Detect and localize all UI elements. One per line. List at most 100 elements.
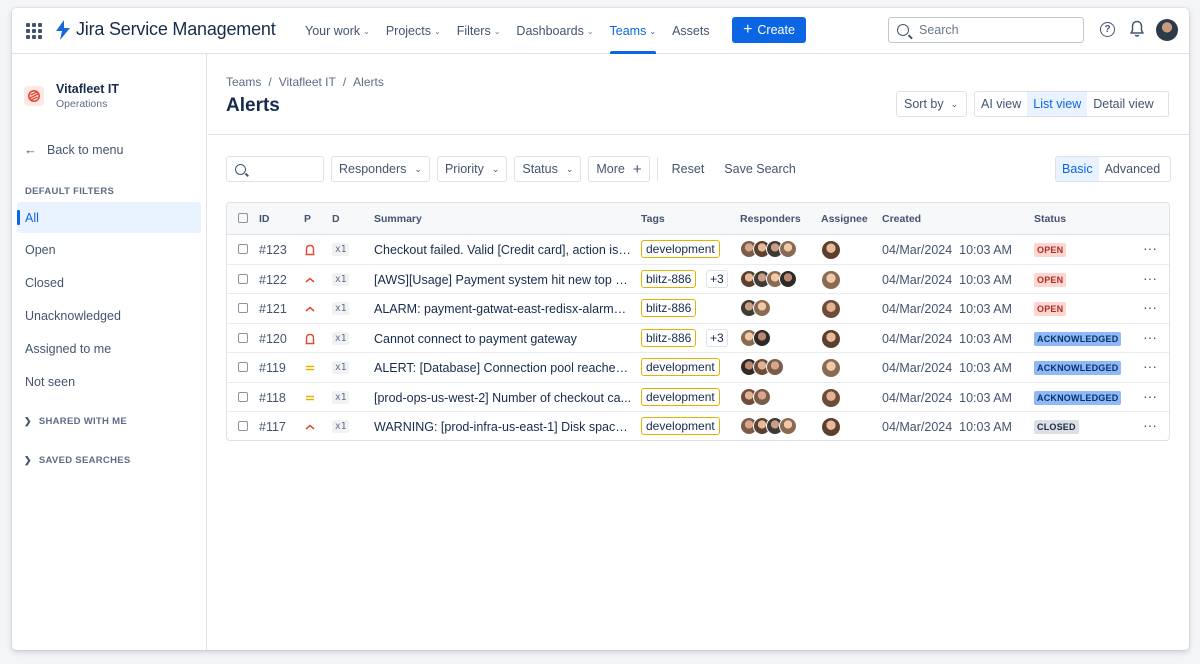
app-switcher-icon[interactable] (26, 23, 42, 39)
column-id[interactable]: ID (259, 213, 270, 225)
table-row[interactable]: #119 x1 ALERT: [Database] Connection pool … (227, 353, 1169, 383)
column-tags[interactable]: Tags (641, 213, 665, 225)
alert-id[interactable]: #118 (259, 391, 286, 405)
advanced-mode-button[interactable]: Advanced (1099, 157, 1167, 181)
alert-summary[interactable]: Cannot connect to payment gateway (374, 332, 632, 346)
assignee-avatar[interactable] (822, 241, 840, 259)
filter-search-input[interactable] (226, 156, 324, 182)
alert-id[interactable]: #122 (259, 273, 287, 287)
sidebar-item-open[interactable]: Open (17, 235, 201, 266)
tag-chip[interactable]: blitz-886 (641, 328, 697, 347)
more-actions-icon[interactable]: ··· (1143, 330, 1157, 344)
responders-avatars[interactable] (740, 240, 797, 258)
alert-summary[interactable]: ALERT: [Database] Connection pool reache… (374, 361, 632, 375)
sidebar-item-unacknowledged[interactable]: Unacknowledged (17, 300, 201, 331)
responders-filter[interactable]: Responders ⌄ (331, 156, 430, 182)
column-created[interactable]: Created (882, 213, 921, 225)
global-search-input[interactable]: Search (888, 17, 1084, 43)
tag-chip[interactable]: blitz-886 (641, 269, 697, 288)
table-row[interactable]: #121 x1 ALARM: payment-gatwat-east-redisx-… (227, 294, 1169, 324)
assignee-avatar[interactable] (822, 300, 840, 318)
detail-view-button[interactable]: Detail view (1087, 92, 1159, 116)
row-checkbox[interactable] (238, 421, 248, 431)
alert-id[interactable]: #123 (259, 243, 287, 257)
row-checkbox[interactable] (238, 244, 248, 254)
alert-id[interactable]: #120 (259, 332, 287, 346)
select-all-checkbox[interactable] (238, 213, 248, 223)
column-summary[interactable]: Summary (374, 213, 422, 225)
table-row[interactable]: #118 x1 [prod-ops-us-west-2] Number of che… (227, 383, 1169, 412)
table-row[interactable]: #122 x1 [AWS][Usage] Payment system hit ne… (227, 265, 1169, 294)
assignee-avatar[interactable] (822, 270, 840, 289)
more-actions-icon[interactable]: ··· (1143, 300, 1157, 314)
create-button[interactable]: + Create (732, 17, 806, 43)
more-actions-icon[interactable]: ··· (1143, 271, 1157, 285)
save-search-button[interactable]: Save Search (717, 162, 803, 176)
breadcrumb-teams[interactable]: Teams (226, 75, 261, 89)
responders-avatars[interactable] (740, 387, 771, 406)
row-checkbox[interactable] (238, 391, 248, 402)
saved-searches-section[interactable]: ❯ SAVED SEARCHES (24, 455, 131, 466)
table-row[interactable]: #117 x1 WARNING: [prod-infra-us-east-1] Di… (227, 412, 1169, 440)
sidebar-item-all[interactable]: All (17, 202, 201, 233)
ai-view-button[interactable]: AI view (975, 92, 1027, 116)
row-checkbox[interactable] (238, 332, 248, 343)
more-actions-icon[interactable]: ··· (1143, 389, 1157, 403)
responders-avatars[interactable] (740, 299, 771, 317)
shared-with-me-section[interactable]: ❯ SHARED WITH ME (24, 416, 127, 427)
tag-chip[interactable]: development (641, 358, 720, 376)
basic-mode-button[interactable]: Basic (1056, 157, 1099, 181)
table-row[interactable]: #120 x1 Cannot connect to payment gateway b… (227, 324, 1169, 353)
alert-id[interactable]: #117 (259, 420, 286, 434)
alert-summary[interactable]: WARNING: [prod-infra-us-east-1] Disk spa… (374, 420, 632, 434)
assignee-avatar[interactable] (822, 418, 840, 436)
more-actions-icon[interactable]: ··· (1143, 418, 1157, 432)
priority-filter[interactable]: Priority ⌄ (436, 156, 508, 182)
alert-summary[interactable]: [prod-ops-us-west-2] Number of checkout … (374, 391, 632, 405)
sidebar-item-assigned-to-me[interactable]: Assigned to me (17, 333, 201, 364)
responders-avatars[interactable] (740, 328, 771, 347)
assignee-avatar[interactable] (822, 329, 840, 348)
list-view-button[interactable]: List view (1027, 92, 1088, 116)
tag-chip[interactable]: development (641, 387, 720, 406)
back-to-menu-link[interactable]: ← Back to menu (24, 142, 123, 157)
tag-chip[interactable]: development (641, 240, 720, 258)
alert-summary[interactable]: ALARM: payment-gatwat-east-redisx-alarms… (374, 302, 632, 316)
responders-avatars[interactable] (740, 269, 797, 288)
product-logo[interactable]: Jira Service Management (54, 19, 276, 40)
column-status[interactable]: Status (1034, 213, 1066, 225)
sidebar-item-closed[interactable]: Closed (17, 268, 201, 299)
row-checkbox[interactable] (238, 273, 248, 284)
tag-chip[interactable]: development (641, 417, 720, 435)
more-filters-button[interactable]: More + (588, 156, 650, 182)
nav-item-filters[interactable]: Filters ⌄ (449, 8, 509, 54)
nav-item-your-work[interactable]: Your work ⌄ (297, 8, 378, 54)
nav-item-assets[interactable]: Assets (664, 8, 718, 54)
help-icon[interactable]: ? (1100, 22, 1115, 37)
nav-item-teams[interactable]: Teams ⌄ (602, 8, 665, 54)
responders-avatars[interactable] (740, 417, 797, 435)
reset-button[interactable]: Reset (665, 162, 712, 176)
column-priority[interactable]: P (304, 213, 311, 225)
more-actions-icon[interactable]: ··· (1143, 359, 1157, 373)
tag-chip[interactable]: blitz-886 (641, 299, 697, 317)
sort-by-dropdown[interactable]: Sort by ⌄ (896, 91, 967, 117)
responders-avatars[interactable] (740, 358, 784, 376)
row-checkbox[interactable] (238, 303, 248, 313)
alert-summary[interactable]: [AWS][Usage] Payment system hit new top … (374, 273, 632, 287)
notifications-bell-icon[interactable] (1129, 20, 1145, 38)
more-tags-count[interactable]: +3 (706, 328, 728, 347)
breadcrumb-alerts[interactable]: Alerts (353, 75, 384, 89)
nav-item-projects[interactable]: Projects ⌄ (378, 8, 449, 54)
status-filter[interactable]: Status ⌄ (514, 156, 582, 182)
more-tags-count[interactable]: +3 (706, 269, 728, 288)
assignee-avatar[interactable] (822, 359, 840, 377)
column-responders[interactable]: Responders (740, 213, 801, 225)
user-avatar[interactable] (1156, 19, 1178, 41)
column-duplicates[interactable]: D (332, 213, 340, 225)
sidebar-item-not-seen[interactable]: Not seen (17, 366, 201, 397)
breadcrumb-project[interactable]: Vitafleet IT (279, 75, 336, 89)
assignee-avatar[interactable] (822, 388, 840, 407)
more-actions-icon[interactable]: ··· (1143, 241, 1157, 255)
row-checkbox[interactable] (238, 362, 248, 372)
